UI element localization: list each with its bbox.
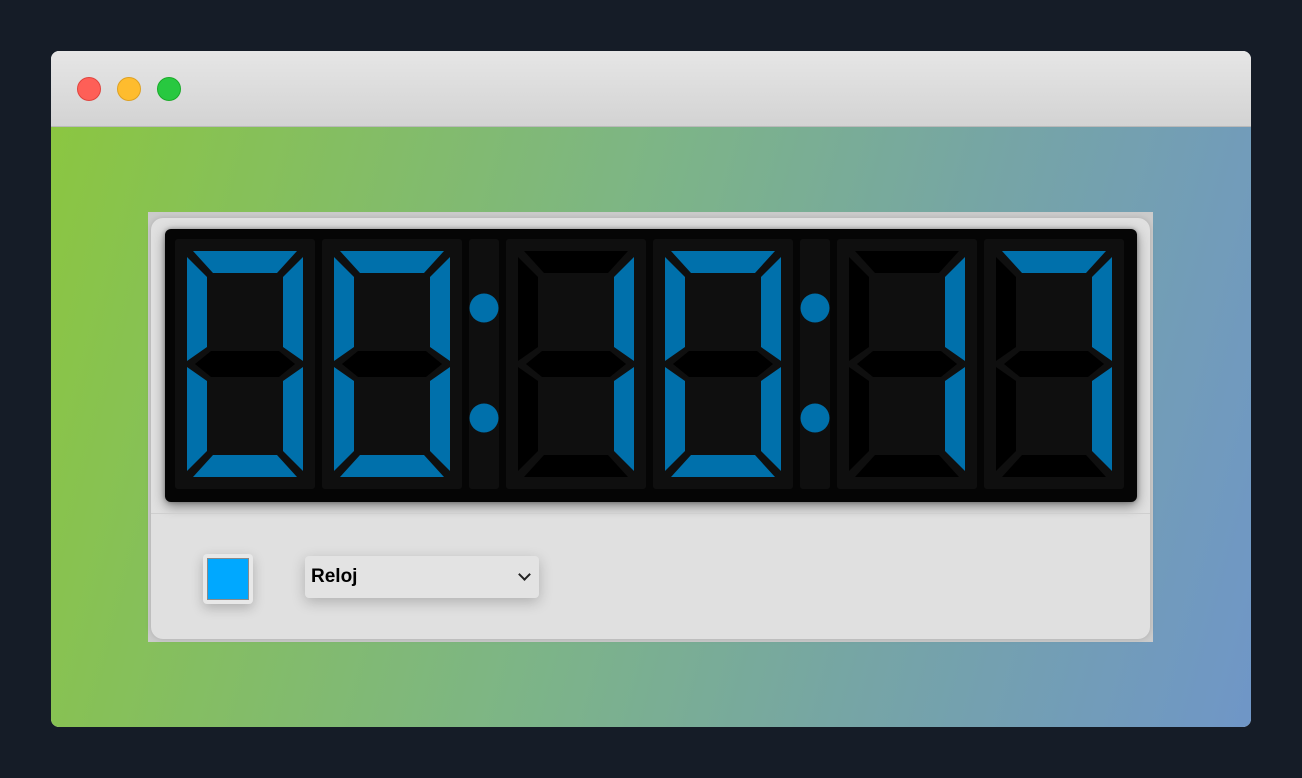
segment-d: [340, 455, 444, 477]
segment-e: [849, 367, 869, 471]
chevron-down-icon: [518, 568, 531, 581]
segment-b: [283, 257, 303, 361]
segment-d: [193, 455, 297, 477]
clock-digit-1: [322, 239, 462, 489]
segment-a: [671, 251, 775, 273]
segment-f: [518, 257, 538, 361]
segment-d: [671, 455, 775, 477]
segment-b: [430, 257, 450, 361]
segment-a: [340, 251, 444, 273]
color-picker[interactable]: [203, 554, 253, 604]
segment-c: [283, 367, 303, 471]
segment-c: [761, 367, 781, 471]
segment-g: [195, 351, 295, 377]
clock-digit-5: [984, 239, 1124, 489]
segment-f: [334, 257, 354, 361]
clock-digit-0: [175, 239, 315, 489]
clock-panel: Reloj: [148, 212, 1153, 642]
clock-digit-2: [506, 239, 646, 489]
title-bar: [51, 51, 1251, 127]
mode-select-value: Reloj: [311, 566, 358, 587]
segment-a: [524, 251, 628, 273]
segment-c: [1092, 367, 1112, 471]
segment-e: [665, 367, 685, 471]
clock-card: Reloj: [151, 218, 1150, 639]
segment-c: [614, 367, 634, 471]
segment-g: [526, 351, 626, 377]
segment-a: [1002, 251, 1106, 273]
clock-controls: Reloj: [151, 514, 1150, 639]
minimize-window-button[interactable]: [117, 77, 141, 101]
segment-g: [1004, 351, 1104, 377]
segment-f: [996, 257, 1016, 361]
segment-b: [945, 257, 965, 361]
colon-bottom-dot: [800, 403, 830, 433]
segment-f: [665, 257, 685, 361]
page-background: Reloj: [51, 127, 1251, 727]
close-window-button[interactable]: [77, 77, 101, 101]
mode-select[interactable]: Reloj: [305, 556, 539, 598]
segment-c: [430, 367, 450, 471]
seven-segment-display: [165, 229, 1137, 502]
segment-g: [673, 351, 773, 377]
segment-b: [614, 257, 634, 361]
clock-colon-1: [800, 239, 830, 489]
clock-digit-4: [837, 239, 977, 489]
segment-f: [187, 257, 207, 361]
segment-d: [1002, 455, 1106, 477]
clock-colon-0: [469, 239, 499, 489]
segment-e: [518, 367, 538, 471]
browser-window: Reloj: [51, 51, 1251, 727]
color-swatch: [207, 558, 249, 600]
segment-g: [857, 351, 957, 377]
segment-e: [334, 367, 354, 471]
segment-a: [193, 251, 297, 273]
maximize-window-button[interactable]: [157, 77, 181, 101]
segment-e: [187, 367, 207, 471]
colon-bottom-dot: [469, 403, 499, 433]
segment-b: [1092, 257, 1112, 361]
colon-top-dot: [469, 293, 499, 323]
segment-d: [524, 455, 628, 477]
colon-top-dot: [800, 293, 830, 323]
segment-f: [849, 257, 869, 361]
segment-d: [855, 455, 959, 477]
segment-a: [855, 251, 959, 273]
clock-digit-3: [653, 239, 793, 489]
segment-c: [945, 367, 965, 471]
segment-g: [342, 351, 442, 377]
segment-b: [761, 257, 781, 361]
segment-e: [996, 367, 1016, 471]
